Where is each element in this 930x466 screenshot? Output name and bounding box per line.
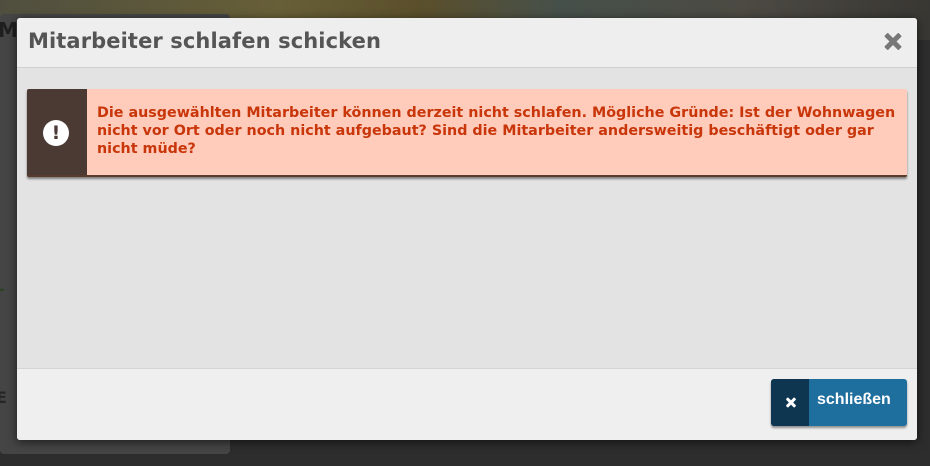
sleep-employees-dialog: Mitarbeiter schlafen schicken ! Die ausg… [17,18,917,440]
alert-icon-box: ! [27,89,87,175]
dialog-body: ! Die ausgewählten Mitarbeiter können de… [17,68,917,368]
close-button[interactable]: schließen [771,379,907,426]
error-alert: ! Die ausgewählten Mitarbeiter können de… [27,89,907,177]
close-icon [771,379,809,426]
dialog-footer: schließen [17,368,917,440]
alert-message: Die ausgewählten Mitarbeiter können derz… [97,105,896,157]
page: M L E Mitarbeiter schlafen schicken ! Di… [0,0,930,466]
close-button-label: schließen [817,391,891,408]
close-icon[interactable] [882,30,904,52]
exclamation-icon: ! [43,120,69,146]
dialog-title: Mitarbeiter schlafen schicken [28,29,382,53]
dialog-header: Mitarbeiter schlafen schicken [17,18,917,68]
